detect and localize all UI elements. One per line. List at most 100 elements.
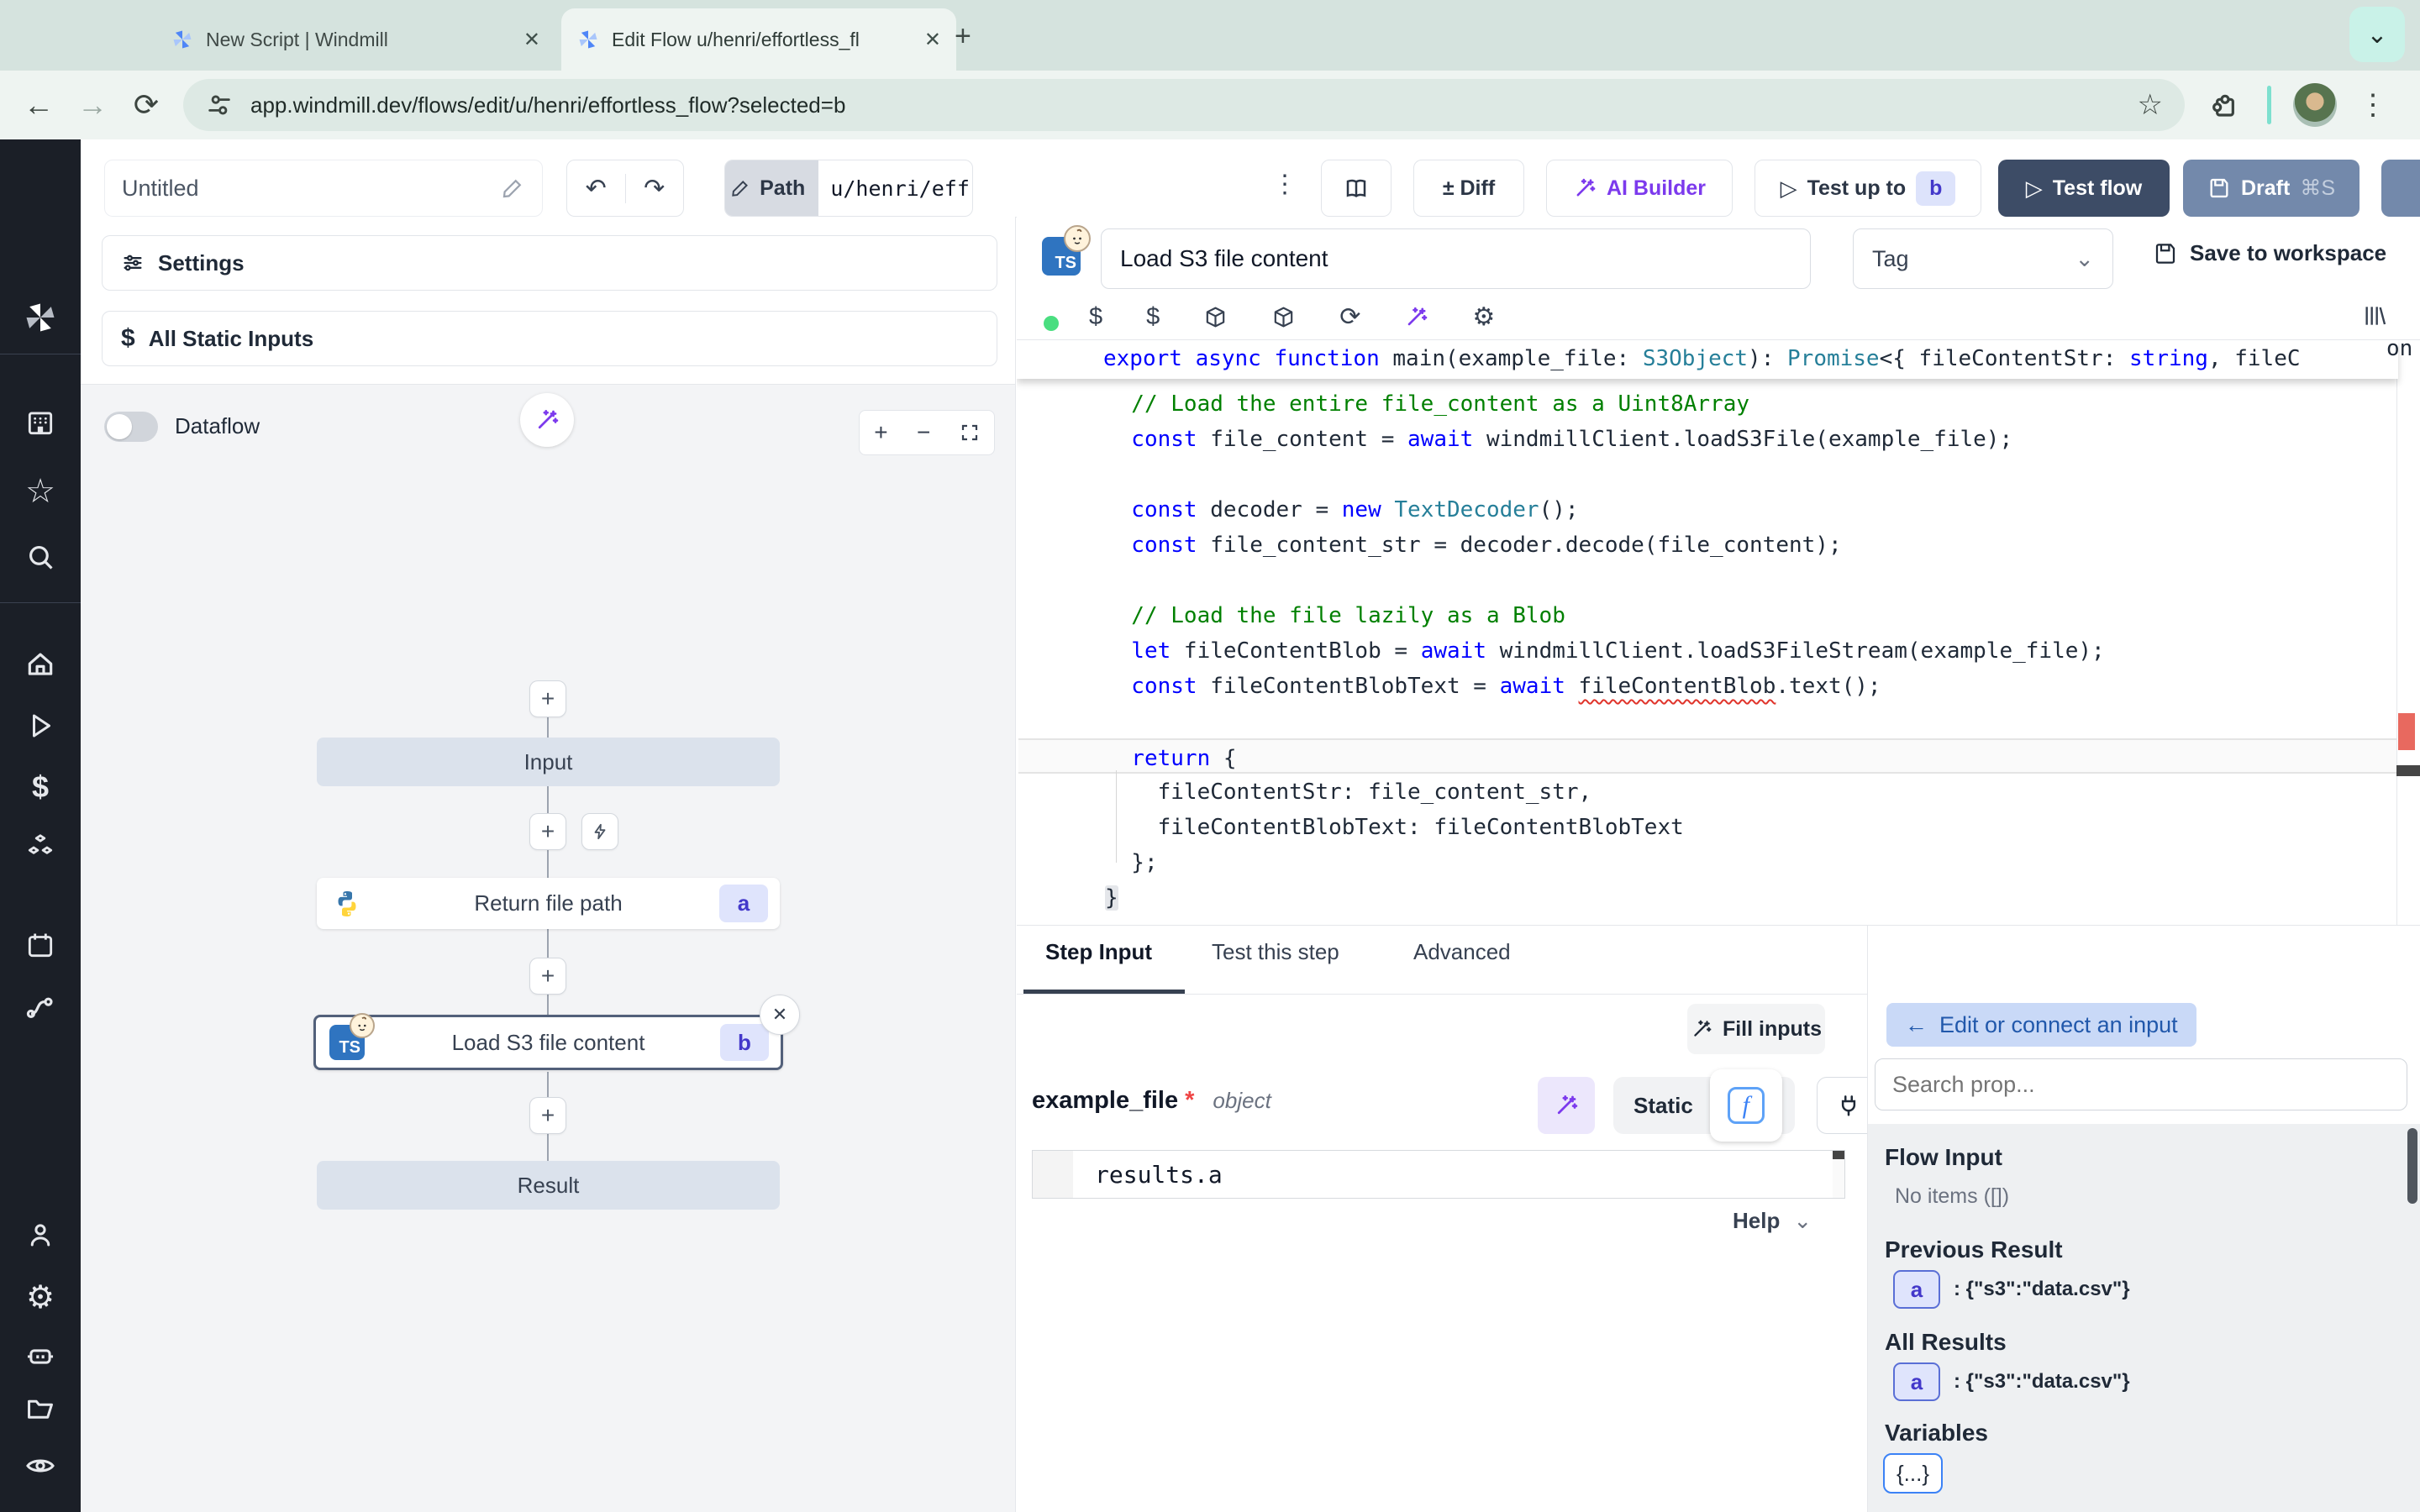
search-prop-input[interactable]	[1875, 1058, 2407, 1110]
flow-name-field[interactable]: Untitled	[104, 160, 543, 217]
flow-input-node[interactable]: Input	[317, 738, 780, 786]
fullscreen-icon[interactable]	[960, 423, 980, 443]
editor-settings-gear-icon[interactable]: ⚙	[1472, 302, 1495, 332]
sidebar-item-runs[interactable]	[0, 711, 81, 741]
code-line[interactable]: const decoder = new TextDecoder();	[1018, 491, 2396, 527]
path-control[interactable]: Path u/henri/eff	[724, 160, 973, 217]
redo-button[interactable]: ↷	[626, 174, 684, 203]
remove-step-button[interactable]: ✕	[760, 995, 800, 1035]
javascript-expr-mode-button[interactable]: f	[1710, 1069, 1782, 1142]
code-editor[interactable]: // Load the entire file_content as a Uin…	[1017, 339, 2420, 926]
result-key-badge[interactable]: a	[1893, 1270, 1940, 1309]
code-line[interactable]: const file_content_str = decoder.decode(…	[1018, 527, 2396, 562]
more-options-icon[interactable]: ⋮	[1272, 170, 1297, 199]
back-icon[interactable]: ←	[12, 87, 66, 123]
sidebar-item-flows[interactable]	[0, 991, 81, 1023]
sidebar-item-users[interactable]	[0, 1220, 81, 1250]
variable-picker-icon[interactable]: $	[1089, 303, 1102, 331]
new-tab-button[interactable]: +	[955, 20, 971, 53]
code-line[interactable]: }	[1018, 879, 2396, 915]
code-line[interactable]: return {	[1018, 738, 2396, 774]
code-line[interactable]: const fileContentBlobText = await fileCo…	[1018, 668, 2396, 703]
sidebar-item-variables[interactable]: $	[0, 769, 81, 805]
sidebar-item-schedules[interactable]	[0, 929, 81, 961]
tab-step-input[interactable]: Step Input	[1045, 939, 1152, 965]
windmill-logo-icon[interactable]	[0, 299, 81, 336]
tag-select[interactable]: Tag ⌄	[1853, 228, 2113, 289]
code-line[interactable]: // Load the entire file_content as a Uin…	[1018, 386, 2396, 421]
all-static-inputs-button[interactable]: $ All Static Inputs	[102, 311, 997, 366]
package-icon[interactable]	[1203, 305, 1228, 329]
browser-tab-new-script[interactable]: New Script | Windmill ✕	[155, 8, 555, 71]
sidebar-item-settings-icon[interactable]: ⚙	[0, 1278, 81, 1316]
test-up-to-button[interactable]: ▷ Test up to b	[1754, 160, 1981, 217]
all-results-row[interactable]: a : {"s3":"data.csv"}	[1893, 1362, 2130, 1401]
flow-result-node[interactable]: Result	[317, 1161, 780, 1210]
help-toggle[interactable]: Help ⌄	[1733, 1208, 1812, 1234]
code-line[interactable]	[1018, 562, 2396, 597]
editor-scrollbar-thumb[interactable]	[2396, 765, 2420, 776]
sidebar-item-workers[interactable]	[0, 1337, 81, 1369]
tab-search-button[interactable]: ⌄	[2349, 7, 2405, 62]
extensions-icon[interactable]	[2208, 88, 2242, 122]
arg-value-editor[interactable]: results.a	[1032, 1150, 1845, 1199]
add-trigger-button[interactable]	[581, 813, 618, 850]
code-line[interactable]: };	[1018, 844, 2396, 879]
ai-assist-wand-icon[interactable]	[1404, 305, 1428, 329]
tab-test-this-step[interactable]: Test this step	[1212, 939, 1339, 965]
path-value[interactable]: u/henri/eff	[818, 176, 973, 201]
zoom-in-button[interactable]: +	[874, 419, 887, 446]
flow-settings-button[interactable]: Settings	[102, 235, 997, 291]
docs-button[interactable]	[1321, 160, 1392, 217]
previous-result-row[interactable]: a : {"s3":"data.csv"}	[1893, 1270, 2130, 1309]
edit-or-connect-button[interactable]: ← Edit or connect an input	[1886, 1003, 2196, 1047]
code-line[interactable]: fileContentStr: file_content_str,	[1018, 774, 2396, 809]
save-to-workspace-button[interactable]: Save to workspace	[2153, 240, 2386, 266]
reload-icon[interactable]: ⟳	[119, 87, 173, 123]
dataflow-toggle[interactable]	[104, 412, 158, 442]
browser-avatar[interactable]	[2293, 83, 2337, 127]
ai-flow-wand-button[interactable]	[520, 393, 574, 447]
browser-menu-icon[interactable]: ⋮	[2359, 88, 2387, 122]
step-b-node-selected[interactable]: TS Load S3 file content b	[313, 1015, 783, 1070]
static-javascript-switch[interactable]: Static f	[1613, 1077, 1795, 1134]
code-line[interactable]	[1018, 703, 2396, 738]
add-step-button[interactable]: +	[529, 813, 566, 850]
code-line[interactable]: let fileContentBlob = await windmillClie…	[1018, 633, 2396, 668]
deploy-button[interactable]: Deploy	[2381, 160, 2420, 217]
variables-expand-badge[interactable]: {...}	[1883, 1453, 1943, 1494]
resource-picker-icon[interactable]: $	[1146, 303, 1160, 331]
code-line[interactable]: // Load the file lazily as a Blob	[1018, 597, 2396, 633]
sidebar-item-workspace[interactable]	[0, 407, 81, 438]
draft-button[interactable]: Draft ⌘S	[2183, 160, 2360, 217]
sidebar-item-audit-logs[interactable]	[0, 1450, 81, 1482]
path-label-segment[interactable]: Path	[724, 160, 818, 216]
url-text[interactable]: app.windmill.dev/flows/edit/u/henri/effo…	[250, 92, 2121, 118]
code-line[interactable]	[1018, 456, 2396, 491]
reload-script-icon[interactable]: ⟳	[1339, 302, 1360, 332]
sidebar-item-favorites[interactable]: ☆	[0, 472, 81, 511]
arg-value-field[interactable]: results.a	[1073, 1151, 1833, 1198]
fill-inputs-button[interactable]: Fill inputs	[1687, 1004, 1825, 1054]
bookmark-star-icon[interactable]: ☆	[2138, 88, 2163, 122]
address-bar[interactable]: app.windmill.dev/flows/edit/u/henri/effo…	[183, 79, 2185, 131]
add-step-button[interactable]: +	[529, 958, 566, 995]
sidebar-item-search-icon[interactable]	[0, 541, 81, 573]
result-key-badge[interactable]: a	[1893, 1362, 1940, 1401]
browser-tab-edit-flow[interactable]: Edit Flow u/henri/effortless_fl ✕	[561, 8, 956, 71]
ai-builder-button[interactable]: AI Builder	[1546, 160, 1733, 217]
plug-icon[interactable]	[1836, 1093, 1861, 1118]
panel-scrollbar-thumb[interactable]	[2407, 1128, 2417, 1204]
sidebar-item-resources[interactable]	[0, 832, 81, 864]
sidebar-item-folders[interactable]	[0, 1393, 81, 1425]
zoom-out-button[interactable]: −	[917, 419, 930, 446]
tab-close-icon[interactable]: ✕	[924, 28, 941, 52]
code-line[interactable]: const file_content = await windmillClien…	[1018, 421, 2396, 456]
step-a-node[interactable]: Return file path a	[317, 878, 780, 929]
package-icon[interactable]	[1271, 305, 1296, 329]
step-name-input[interactable]: Load S3 file content	[1101, 228, 1811, 289]
tab-advanced[interactable]: Advanced	[1413, 939, 1511, 965]
flow-graph-canvas[interactable]: Dataflow + − + + + +	[81, 384, 1015, 1512]
code-line[interactable]: fileContentBlobText: fileContentBlobText	[1018, 809, 2396, 844]
add-step-button[interactable]: +	[529, 680, 566, 717]
